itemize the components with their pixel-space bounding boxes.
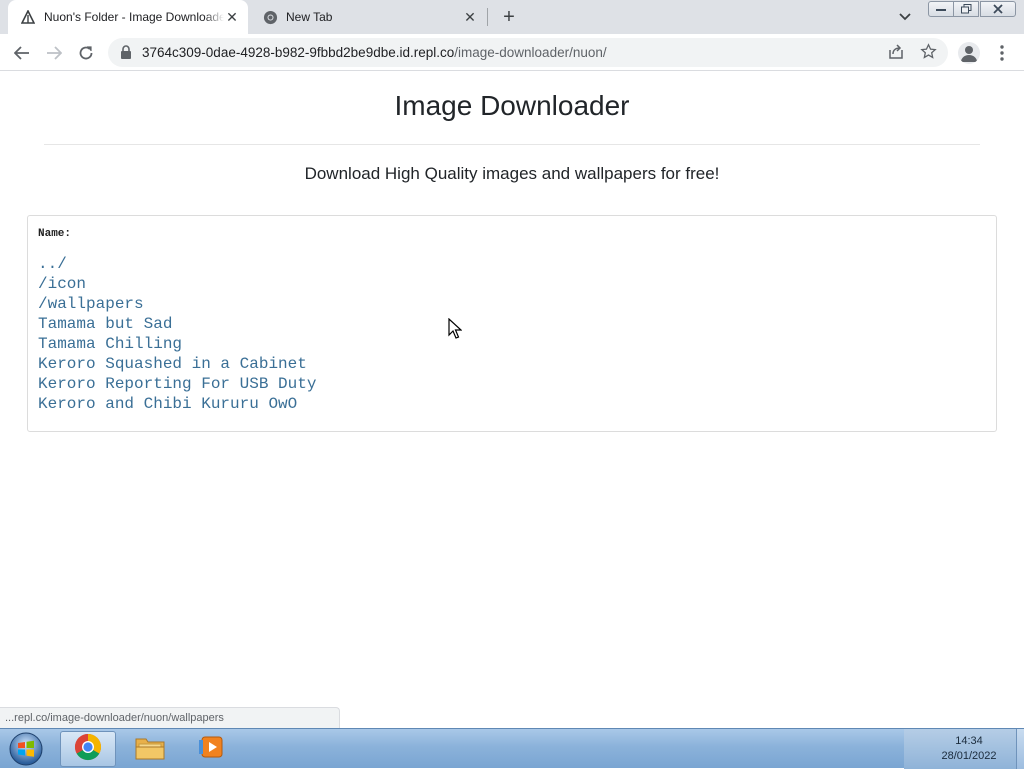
minimize-button[interactable] bbox=[928, 1, 954, 17]
url-host: 3764c309-0dae-4928-b982-9fbbd2be9dbe.id.… bbox=[142, 45, 455, 60]
taskbar-file-explorer-button[interactable] bbox=[122, 731, 178, 767]
directory-listing: Name: ../ /icon /wallpapers Tamama but S… bbox=[27, 215, 997, 432]
forward-arrow-icon[interactable] bbox=[42, 41, 66, 65]
file-link[interactable]: Tamama but Sad bbox=[38, 314, 316, 334]
chrome-icon bbox=[262, 9, 278, 25]
lock-icon[interactable] bbox=[120, 45, 134, 59]
media-player-icon bbox=[198, 733, 226, 766]
tab-title: Nuon's Folder - Image Downloader bbox=[44, 10, 224, 24]
share-icon[interactable] bbox=[888, 44, 906, 62]
url-path: /image-downloader/nuon/ bbox=[454, 45, 607, 60]
listing-header: Name: bbox=[38, 228, 72, 240]
browser-toolbar: 3764c309-0dae-4928-b982-9fbbd2be9dbe.id.… bbox=[0, 34, 1024, 71]
clock-time: 14:34 bbox=[955, 735, 983, 747]
taskbar-chrome-button[interactable] bbox=[60, 731, 116, 767]
folder-link-wallpapers[interactable]: /wallpapers bbox=[38, 294, 316, 314]
profile-avatar-icon[interactable] bbox=[958, 42, 980, 64]
start-button[interactable] bbox=[6, 730, 46, 768]
taskbar-media-player-button[interactable] bbox=[184, 731, 240, 767]
file-list: ../ /icon /wallpapers Tamama but Sad Tam… bbox=[38, 254, 316, 414]
tab-title: New Tab bbox=[286, 10, 333, 24]
tab-new-tab[interactable]: New Tab ✕ bbox=[250, 0, 486, 34]
link-status-bubble: ...repl.co/image-downloader/nuon/wallpap… bbox=[0, 707, 340, 728]
show-desktop-button[interactable] bbox=[1016, 729, 1024, 769]
new-tab-button[interactable]: + bbox=[498, 6, 520, 28]
mouse-cursor-icon bbox=[448, 317, 463, 340]
page-title: Image Downloader bbox=[394, 90, 630, 121]
chrome-icon bbox=[74, 733, 102, 766]
page-subtitle: Download High Quality images and wallpap… bbox=[304, 164, 720, 183]
system-clock[interactable]: 14:34 28/01/2022 bbox=[922, 734, 1016, 764]
window-close-button[interactable] bbox=[980, 1, 1016, 17]
divider bbox=[44, 144, 980, 145]
tab-image-downloader[interactable]: Nuon's Folder - Image Downloader ✕ bbox=[8, 0, 248, 34]
taskbar: 14:34 28/01/2022 bbox=[0, 728, 1024, 769]
file-link[interactable]: Tamama Chilling bbox=[38, 334, 316, 354]
file-link[interactable]: Keroro Reporting For USB Duty bbox=[38, 374, 316, 394]
close-tab-icon[interactable]: ✕ bbox=[224, 9, 240, 25]
tab-separator bbox=[487, 8, 488, 26]
restore-button[interactable] bbox=[953, 1, 979, 17]
repl-icon bbox=[20, 9, 36, 25]
folder-link-icon[interactable]: /icon bbox=[38, 274, 316, 294]
bookmark-star-icon[interactable] bbox=[920, 43, 938, 61]
url-text: 3764c309-0dae-4928-b982-9fbbd2be9dbe.id.… bbox=[142, 45, 607, 60]
address-bar[interactable]: 3764c309-0dae-4928-b982-9fbbd2be9dbe.id.… bbox=[108, 38, 948, 67]
file-link[interactable]: Keroro Squashed in a Cabinet bbox=[38, 354, 316, 374]
file-link[interactable]: Keroro and Chibi Kururu OwO bbox=[38, 394, 316, 414]
reload-icon[interactable] bbox=[74, 41, 98, 65]
tab-strip: Nuon's Folder - Image Downloader ✕ New T… bbox=[0, 0, 1024, 34]
file-explorer-icon bbox=[134, 733, 166, 766]
clock-date: 28/01/2022 bbox=[941, 750, 997, 762]
close-tab-icon[interactable]: ✕ bbox=[462, 9, 478, 25]
parent-directory-link[interactable]: ../ bbox=[38, 254, 316, 274]
back-arrow-icon[interactable] bbox=[10, 41, 34, 65]
tab-search-chevron-icon[interactable] bbox=[896, 8, 914, 26]
more-menu-icon[interactable] bbox=[994, 42, 1010, 64]
